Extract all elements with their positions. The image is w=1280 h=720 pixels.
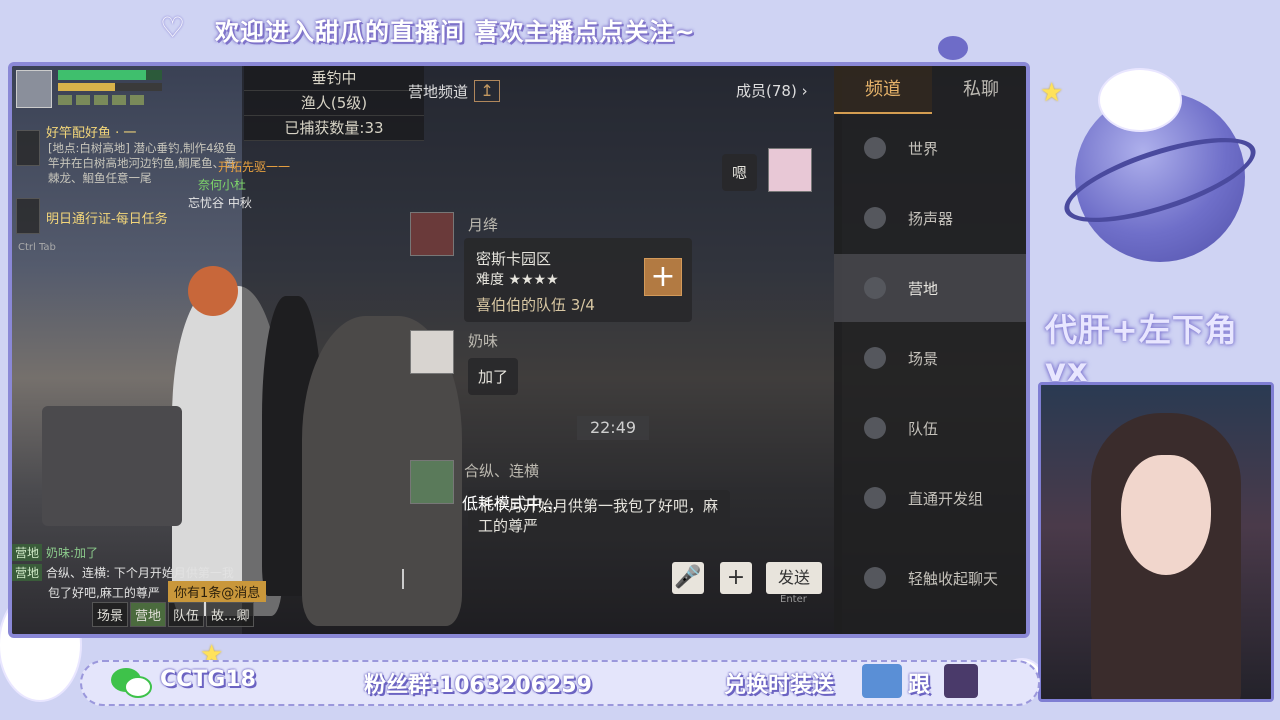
tab-private[interactable]: 私聊 (932, 66, 1026, 114)
status-fishing: 垂钓中 (244, 66, 424, 91)
chat-dim-overlay (242, 66, 842, 634)
send-button[interactable]: 发送 (766, 562, 822, 594)
game-window[interactable]: 垂钓中 渔人(5级) 已捕获数量:33 好竿配好鱼 · 一 [地点:白树高地] … (8, 62, 1030, 638)
time-label: 22:49 (577, 416, 649, 440)
collapse-icon (864, 567, 886, 589)
wechat-icon (110, 666, 154, 700)
collapse-chat-button[interactable]: 轻触收起聊天 (834, 544, 1026, 612)
overhead-title: 开拓先驱一一 (218, 160, 291, 174)
player-avatar[interactable] (16, 70, 52, 108)
low-power-mode: 低耗模式中... (462, 494, 558, 513)
railing (42, 406, 182, 526)
mini-tab-camp[interactable]: 营地 (130, 602, 167, 627)
card-difficulty: 难度 ★★★★ (476, 272, 559, 288)
dev-group-icon (864, 487, 886, 509)
my-avatar[interactable] (768, 148, 812, 192)
webcam-frame (1038, 382, 1274, 702)
chat-header: 营地频道 ↥ (408, 80, 501, 102)
sidebar-tabs: 频道 私聊 (834, 66, 1026, 114)
user-avatar[interactable] (410, 330, 454, 374)
outfit-icon (944, 664, 978, 698)
quest-tracker[interactable]: 好竿配好鱼 · 一 [地点:白树高地] 潜心垂钓,制作4级鱼竿并在白树高地河边钓… (16, 122, 241, 227)
fishing-status: 垂钓中 渔人(5级) 已捕获数量:33 (244, 66, 424, 141)
quest-title[interactable]: 好竿配好鱼 · 一 (46, 122, 241, 141)
status-level: 渔人(5级) (244, 91, 424, 116)
speaker-icon (864, 207, 886, 229)
enter-hint: Enter (780, 594, 807, 605)
plus-button[interactable]: + (720, 562, 752, 594)
sidebar-item-label: 场景 (908, 349, 939, 368)
camp-icon (864, 277, 886, 299)
sidebar-item-camp[interactable]: 营地 (834, 254, 1026, 322)
members-button[interactable]: 成员(78) › (736, 80, 808, 101)
sidebar-item-label: 直通开发组 (908, 489, 984, 508)
sidebar-item-label: 扬声器 (908, 209, 954, 228)
character-head (188, 266, 238, 316)
sidebar-item-label: 营地 (908, 279, 939, 298)
sidebar-item-label: 队伍 (908, 419, 939, 438)
microphone-icon[interactable]: 🎤 (672, 562, 704, 594)
sidebar-item-world[interactable]: 世界 (834, 114, 1026, 182)
tab-channel[interactable]: 频道 (834, 66, 932, 114)
sidebar-item-speaker[interactable]: 扬声器 (834, 184, 1026, 252)
channel-sidebar: 频道 私聊 世界 扬声器 营地 场景 队伍 直通开发组 轻触收起聊天 (834, 66, 1026, 634)
card-title: 密斯卡园区 (476, 250, 552, 268)
team-invite-card[interactable]: 密斯卡园区 难度 ★★★★ 喜伯伯的队伍 3/4 + (464, 238, 692, 322)
join-team-button[interactable]: + (644, 258, 682, 296)
buff-icons (58, 95, 144, 105)
user-message: 加了 (468, 358, 519, 395)
planet-small-icon (938, 36, 968, 60)
mini-chat-tabs[interactable]: 场景 营地 队伍 故...卿 (92, 602, 255, 627)
mini-chat-row: 营地 奶味:加了 (12, 542, 272, 562)
exchange-text: 兑换时装送 (724, 673, 835, 698)
streamer-face (1121, 455, 1211, 575)
card-team: 喜伯伯的队伍 3/4 (476, 296, 595, 314)
fan-group: 粉丝群:1063206259 (364, 673, 592, 698)
globe-icon (864, 137, 886, 159)
wechat-id: CCTG18 (160, 667, 256, 692)
user-name[interactable]: 奶味 (468, 330, 498, 351)
user-avatar[interactable] (410, 460, 454, 504)
ad-text: 代肝+左下角vx (1045, 311, 1238, 389)
sidebar-item-label: 轻触收起聊天 (908, 569, 999, 588)
user-name[interactable]: 合纵、连横 (464, 460, 539, 481)
heart-icon: ♡ (160, 11, 186, 44)
ctrl-tab-hint: Ctrl Tab (18, 242, 56, 253)
sidebar-item-scene[interactable]: 场景 (834, 324, 1026, 392)
mp-bar (58, 83, 162, 91)
members-count: 成员(78) (736, 82, 797, 100)
bunny-decoration (1100, 70, 1180, 130)
hp-bar (58, 70, 162, 80)
follow-text: 跟 (908, 673, 931, 698)
my-message: 嗯 (722, 154, 758, 191)
star-icon: ★ (1040, 78, 1064, 108)
welcome-banner: 欢迎进入甜瓜的直播间 喜欢主播点点关注~ (215, 17, 696, 46)
user-avatar[interactable] (410, 212, 454, 256)
overhead-name: 奈何小杜 (198, 178, 247, 192)
mention-notice[interactable]: 你有1条@消息 (168, 581, 267, 602)
flag-icon (864, 417, 886, 439)
mini-tab-more[interactable]: 故...卿 (206, 602, 255, 627)
channel-icon[interactable]: ↥ (474, 80, 501, 102)
sidebar-item-dev[interactable]: 直通开发组 (834, 464, 1026, 532)
chevron-right-icon: › (801, 82, 808, 100)
mini-tab-team[interactable]: 队伍 (168, 602, 205, 627)
mini-tab-scene[interactable]: 场景 (92, 602, 129, 627)
channel-label: 营地频道 (408, 82, 469, 101)
sidebar-item-label: 世界 (908, 139, 939, 158)
status-caught: 已捕获数量:33 (244, 116, 424, 141)
mini-chat-row: 营地 合纵、连横: 下个月开始月供第一我 (12, 562, 272, 582)
sidebar-item-team[interactable]: 队伍 (834, 394, 1026, 462)
gift-icon (862, 664, 902, 698)
overhead-guild: 忘忧谷 中秋 (188, 196, 252, 210)
scene-icon (864, 347, 886, 369)
user-name[interactable]: 月绛 (468, 214, 498, 235)
